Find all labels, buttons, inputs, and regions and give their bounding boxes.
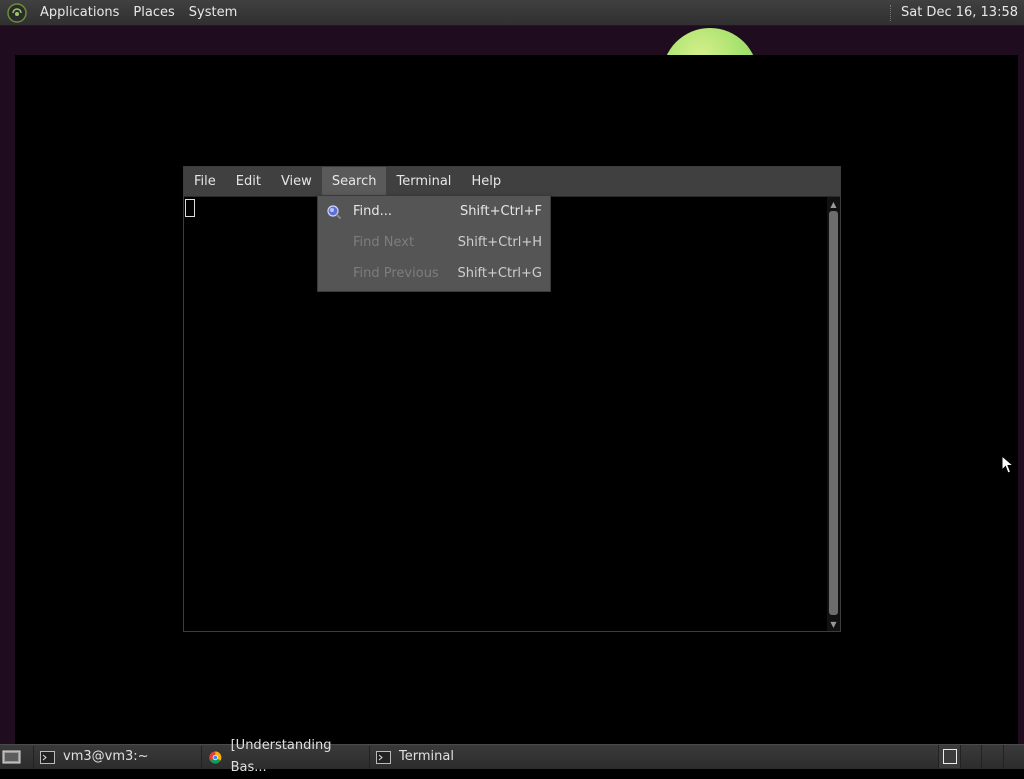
taskbar-item-browser[interactable]: [Understanding Bas... [201, 746, 368, 768]
find-next-label: Find Next [353, 227, 414, 258]
taskbar-item-label: vm3@vm3:~ [63, 746, 149, 768]
terminal-icon [40, 751, 55, 764]
mouse-pointer-icon [1001, 455, 1015, 475]
taskbar-item-terminal[interactable]: Terminal [369, 746, 537, 768]
scroll-down-arrow-icon[interactable]: ▼ [827, 619, 840, 630]
taskbar-item-label: [Understanding Bas... [231, 735, 368, 779]
menu-file[interactable]: File [184, 167, 226, 196]
menu-edit[interactable]: Edit [226, 167, 271, 196]
menu-view[interactable]: View [271, 167, 322, 196]
terminal-menubar: File Edit View Search Terminal Help [184, 167, 840, 197]
menu-item-find-next: Find Next Shift+Ctrl+H [318, 227, 550, 258]
workspace-switcher[interactable] [938, 745, 1024, 768]
show-desktop-icon[interactable] [2, 749, 21, 765]
clock[interactable]: Sat Dec 16, 13:58 [901, 5, 1024, 20]
system-menu[interactable]: System [182, 0, 244, 25]
menu-terminal[interactable]: Terminal [386, 167, 461, 196]
places-menu[interactable]: Places [126, 0, 181, 25]
find-icon [326, 204, 342, 220]
top-panel-right: Sat Dec 16, 13:58 [890, 0, 1024, 25]
menu-help[interactable]: Help [461, 167, 511, 196]
top-panel: Applications Places System Sat Dec 16, 1… [0, 0, 1024, 26]
applications-menu[interactable]: Applications [33, 0, 126, 25]
terminal-icon [376, 751, 391, 764]
scrollbar[interactable]: ▲ ▼ [827, 197, 840, 631]
panel-separator [890, 5, 893, 21]
find-previous-label: Find Previous [353, 258, 439, 289]
distro-logo-icon[interactable] [7, 3, 27, 23]
taskbar-item-label: Terminal [399, 746, 454, 768]
find-next-shortcut: Shift+Ctrl+H [458, 227, 542, 258]
menu-search[interactable]: Search [322, 167, 387, 196]
find-previous-shortcut: Shift+Ctrl+G [457, 258, 542, 289]
workspace-4[interactable] [1003, 745, 1024, 768]
menu-item-find-previous: Find Previous Shift+Ctrl+G [318, 258, 550, 289]
scrollbar-thumb[interactable] [829, 211, 838, 615]
search-menu-dropdown: Find... Shift+Ctrl+F Find Next Shift+Ctr… [317, 195, 551, 292]
workspace-2[interactable] [960, 745, 982, 768]
taskbar-item-vm3[interactable]: vm3@vm3:~ [33, 746, 199, 768]
workspace-1[interactable] [938, 745, 960, 768]
bottom-taskbar: vm3@vm3:~ [Understanding Bas... Terminal [0, 744, 1024, 769]
text-cursor [185, 199, 195, 217]
chrome-icon [208, 751, 223, 764]
window-thumbnail [943, 749, 957, 764]
find-shortcut: Shift+Ctrl+F [460, 196, 542, 227]
find-label: Find... [353, 196, 392, 227]
menu-item-find[interactable]: Find... Shift+Ctrl+F [318, 196, 550, 227]
workspace-3[interactable] [981, 745, 1003, 768]
scroll-up-arrow-icon[interactable]: ▲ [827, 199, 840, 210]
